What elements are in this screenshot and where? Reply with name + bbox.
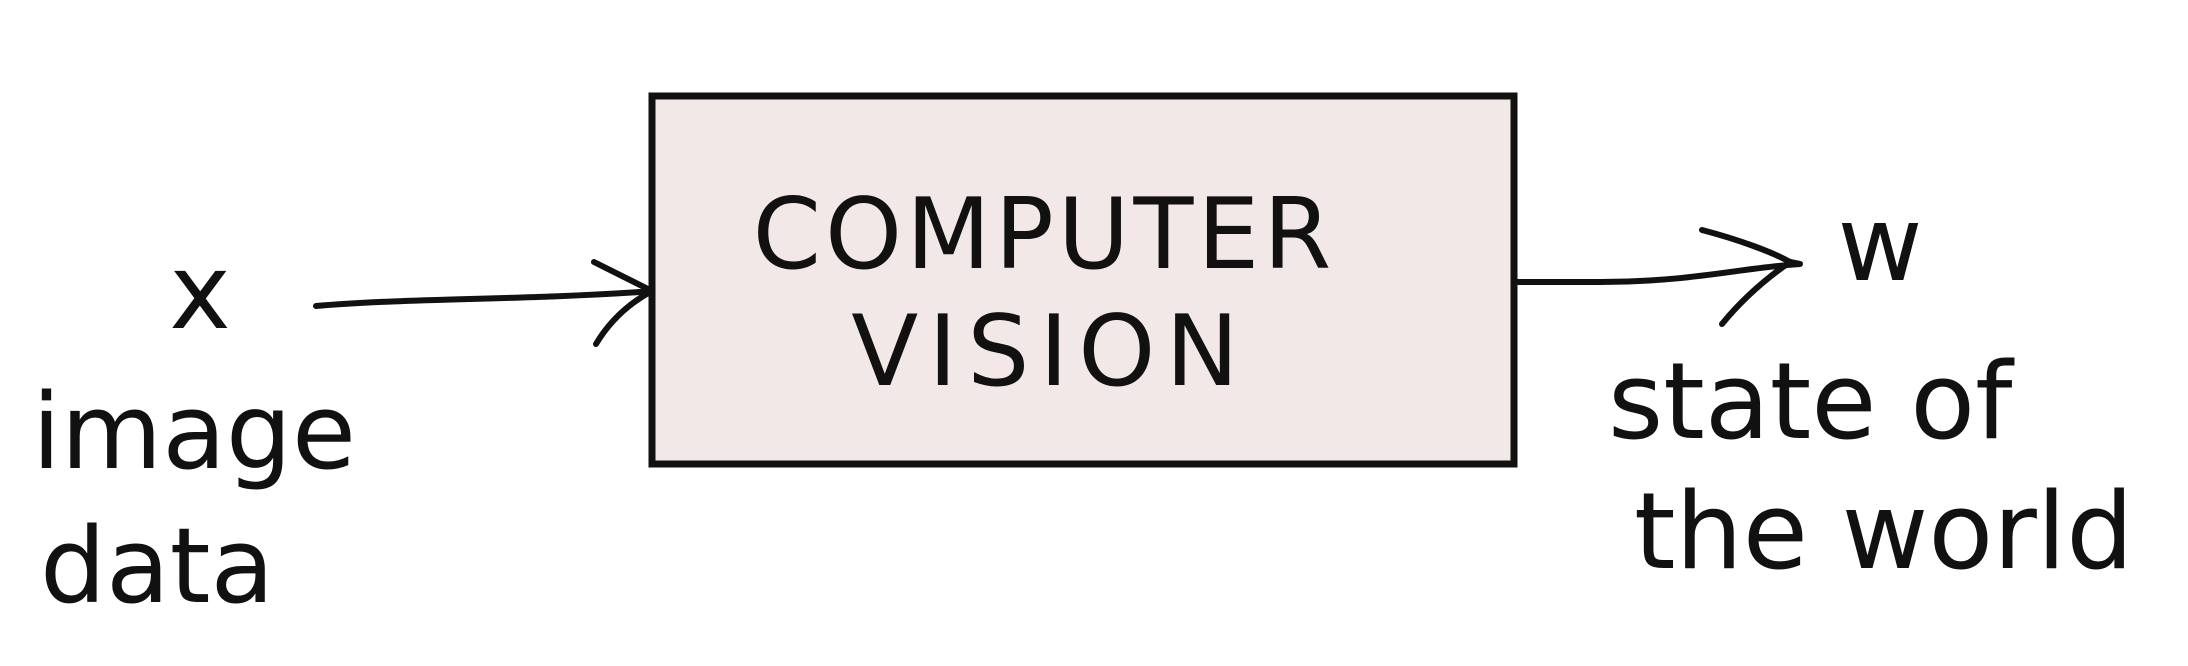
box-title-line1: COMPUTER (753, 178, 1336, 292)
input-arrow-head (591, 259, 653, 347)
output-label-line1: state of (1608, 340, 2015, 463)
output-label-line2: the world (1634, 470, 2134, 593)
output-arrow-head (1699, 227, 1793, 327)
input-arrow-line (313, 289, 655, 309)
output-symbol-w: w (1837, 183, 1922, 305)
output-arrow-line (1513, 259, 1803, 285)
input-label-line2: data (40, 505, 274, 627)
input-label-line1: image (32, 371, 356, 493)
box-title-line2: VISION (851, 295, 1249, 409)
computer-vision-diagram: COMPUTER VISION x image data w state of … (32, 92, 2134, 627)
input-symbol-x: x (169, 231, 231, 353)
